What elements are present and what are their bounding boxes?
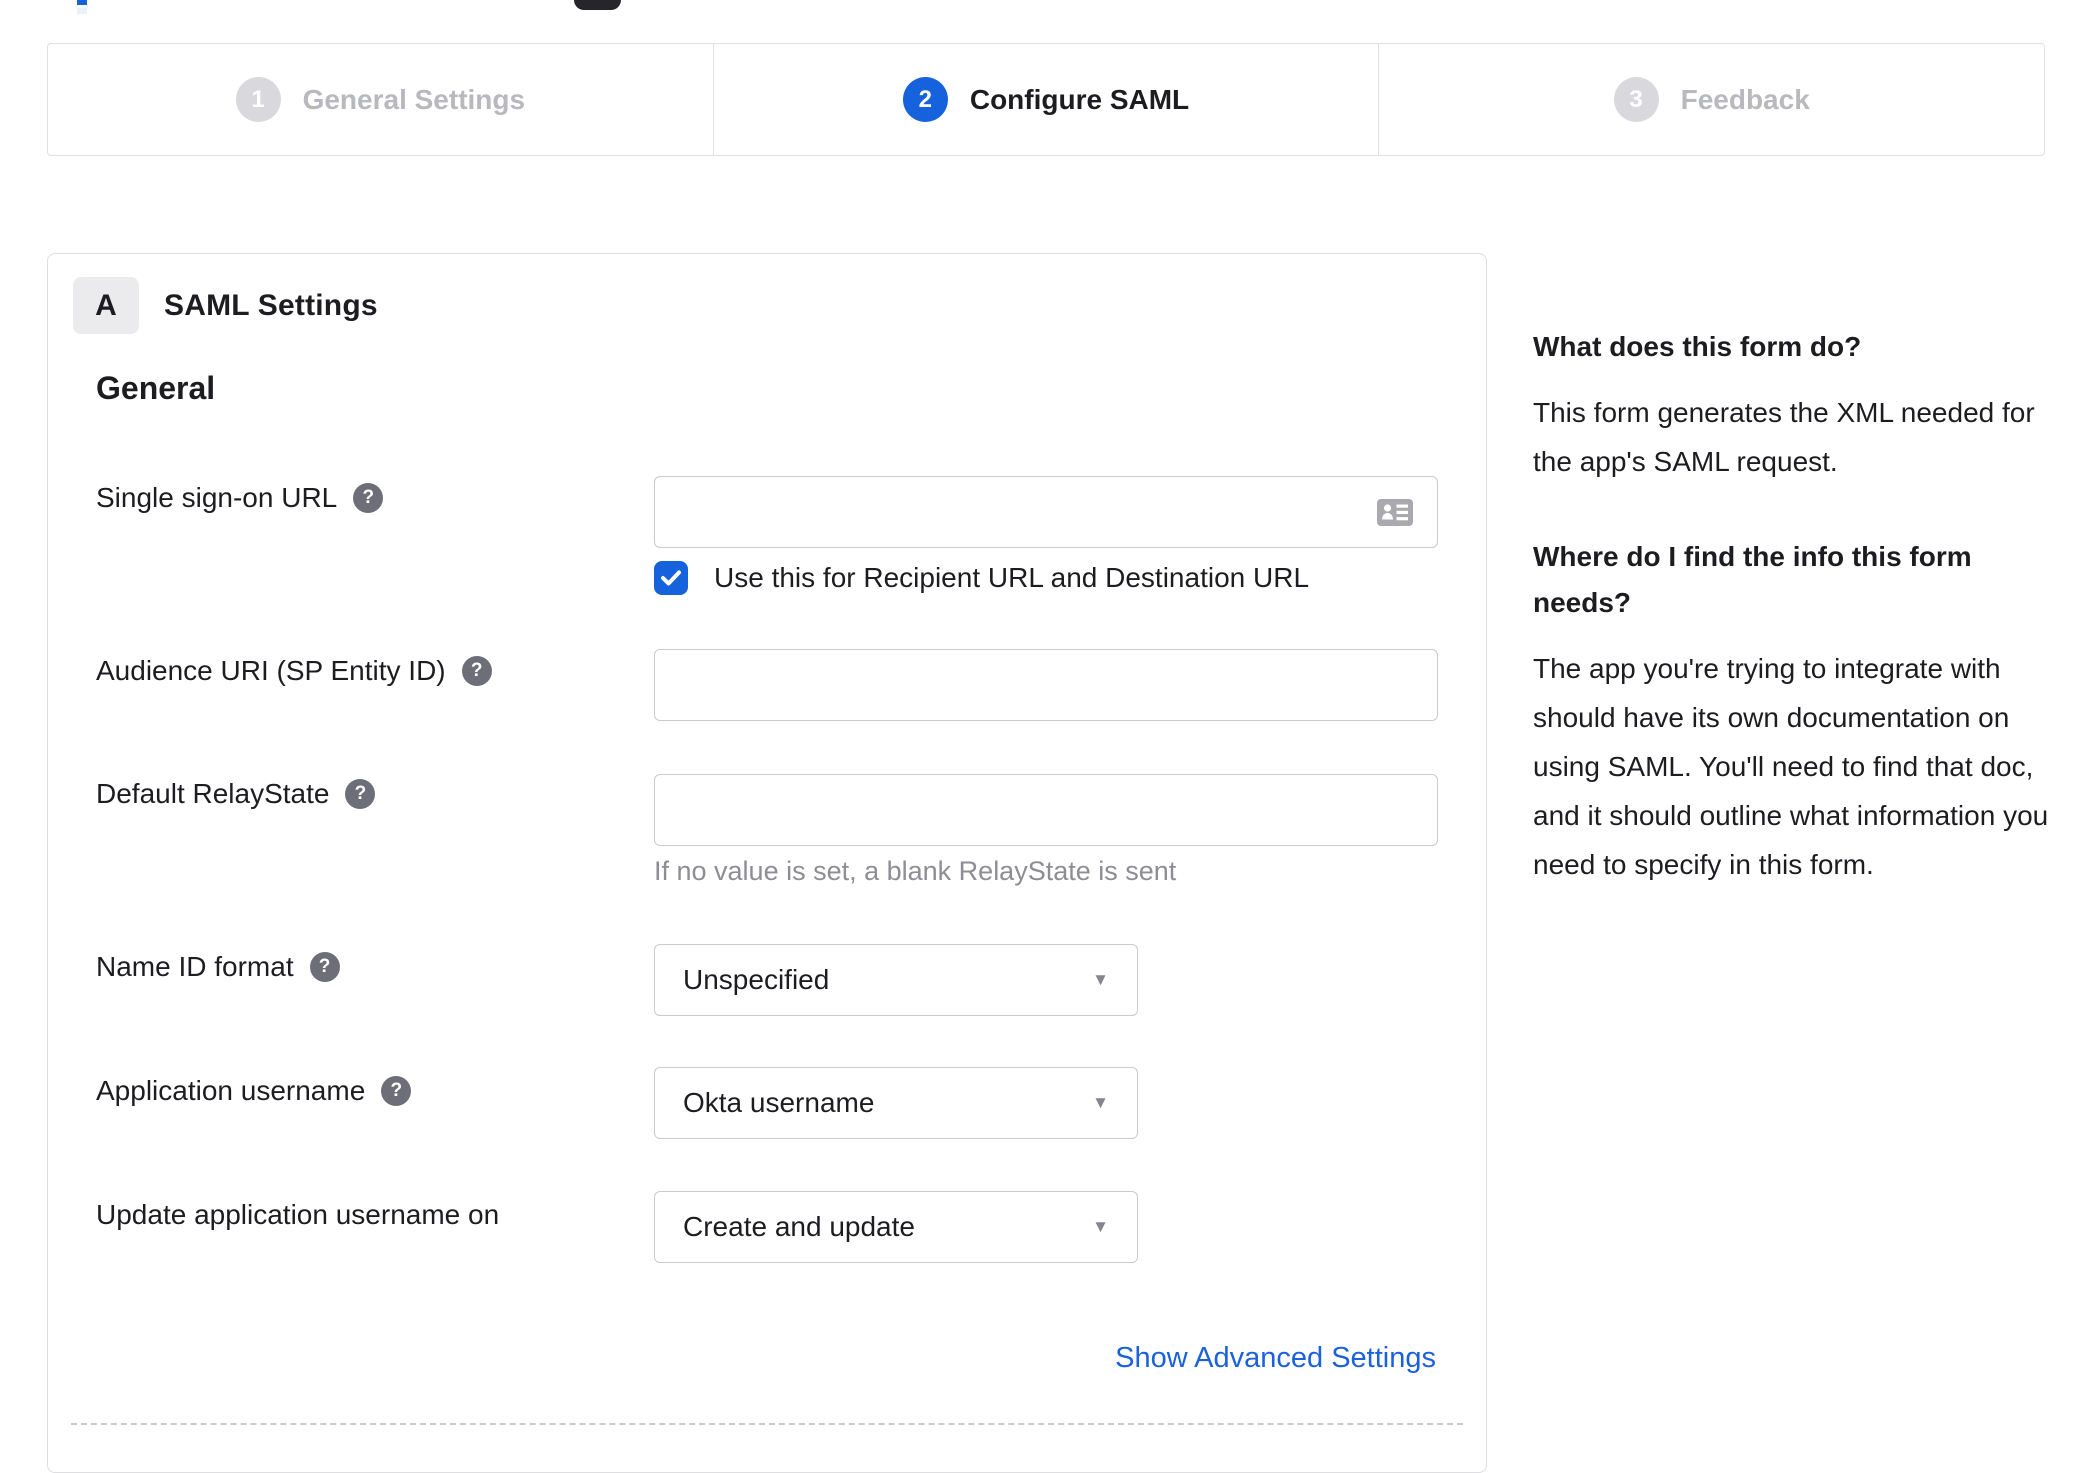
step-number-badge: 3 xyxy=(1613,77,1659,122)
app-username-label-row: Application username ? xyxy=(96,1074,412,1108)
sidebar-question-2: Where do I find the info this form needs… xyxy=(1533,541,1972,618)
step-number-badge: 2 xyxy=(902,77,948,122)
recipient-url-checkbox-label: Use this for Recipient URL and Destinati… xyxy=(714,562,1310,593)
sso-url-input[interactable] xyxy=(654,476,1438,548)
update-username-label-row: Update application username on xyxy=(96,1198,499,1232)
saml-settings-panel: A SAML Settings General Single sign-on U… xyxy=(47,253,1487,1473)
step-number-badge: 1 xyxy=(235,77,281,122)
relaystate-hint: If no value is set, a blank RelayState i… xyxy=(654,856,1177,886)
step-configure-saml[interactable]: 2 Configure SAML xyxy=(712,44,1379,155)
help-icon[interactable]: ? xyxy=(461,656,492,686)
recipient-url-checkbox[interactable] xyxy=(654,561,688,595)
help-icon[interactable]: ? xyxy=(345,779,376,809)
checkmark-icon xyxy=(661,570,681,586)
step-label: Feedback xyxy=(1680,83,1810,115)
step-label: General Settings xyxy=(302,83,526,115)
sidebar-answer-2: The app you're trying to integrate with … xyxy=(1533,653,2049,880)
name-id-format-label-row: Name ID format ? xyxy=(96,950,340,984)
wizard-stepper: 1 General Settings 2 Configure SAML 3 Fe… xyxy=(47,43,2045,156)
app-username-select[interactable]: Okta username ▼ xyxy=(654,1067,1138,1139)
audience-uri-label-row: Audience URI (SP Entity ID) ? xyxy=(96,654,492,688)
step-general-settings[interactable]: 1 General Settings xyxy=(48,44,713,155)
field-label: Application username xyxy=(96,1075,366,1106)
step-label: Configure SAML xyxy=(969,83,1190,115)
help-icon[interactable]: ? xyxy=(309,952,340,982)
cutoff-header-accent xyxy=(77,0,87,5)
panel-title: SAML Settings xyxy=(164,288,378,322)
field-label: Update application username on xyxy=(96,1199,500,1230)
help-icon[interactable]: ? xyxy=(381,1076,412,1106)
relaystate-input[interactable] xyxy=(654,774,1438,846)
name-id-format-select[interactable]: Unspecified ▼ xyxy=(654,944,1138,1016)
chevron-down-icon: ▼ xyxy=(1092,1093,1109,1112)
audience-uri-input[interactable] xyxy=(654,649,1438,721)
relaystate-label-row: Default RelayState ? xyxy=(96,777,376,811)
sso-url-label-row: Single sign-on URL ? xyxy=(96,481,384,515)
field-label: Name ID format xyxy=(96,951,294,982)
selected-option: Okta username xyxy=(683,1087,875,1118)
contact-card-icon xyxy=(1377,498,1413,526)
sidebar-answer-1: This form generates the XML needed for t… xyxy=(1533,397,2035,477)
section-dashed-divider xyxy=(71,1423,1463,1425)
section-a-badge: A xyxy=(73,277,139,334)
help-icon[interactable]: ? xyxy=(353,483,384,513)
general-section-heading: General xyxy=(96,370,216,406)
cutoff-header-accent-ghost xyxy=(77,8,87,14)
show-advanced-settings-link[interactable]: Show Advanced Settings xyxy=(1115,1342,1436,1375)
selected-option: Create and update xyxy=(683,1211,915,1242)
field-label: Single sign-on URL xyxy=(96,482,338,513)
step-feedback[interactable]: 3 Feedback xyxy=(1378,44,2044,155)
help-sidebar: What does this form do? This form genera… xyxy=(1533,324,2053,889)
chevron-down-icon: ▼ xyxy=(1092,1217,1109,1236)
field-label: Audience URI (SP Entity ID) xyxy=(96,655,446,686)
selected-option: Unspecified xyxy=(683,964,830,995)
cutoff-header-element xyxy=(574,0,621,10)
update-username-select[interactable]: Create and update ▼ xyxy=(654,1191,1138,1263)
sidebar-question-1: What does this form do? xyxy=(1533,331,1862,362)
field-label: Default RelayState xyxy=(96,778,330,809)
chevron-down-icon: ▼ xyxy=(1092,970,1109,989)
